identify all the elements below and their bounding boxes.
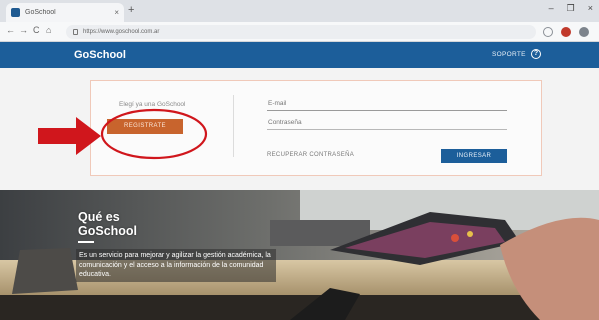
hero-title-line2: GoSchool — [78, 224, 138, 238]
goschool-logo[interactable]: GoSchool — [74, 49, 126, 61]
extension-icon[interactable] — [561, 27, 571, 37]
support-link[interactable]: SOPORTE — [492, 51, 526, 58]
password-field[interactable]: Contraseña — [267, 119, 507, 130]
tab-title: GoSchool — [25, 9, 56, 16]
hero-title-underline — [78, 241, 94, 243]
home-icon[interactable]: ⌂ — [46, 26, 51, 35]
red-circle-annotation-icon — [100, 108, 208, 160]
url-field[interactable]: https://www.goschool.com.ar — [66, 25, 536, 39]
hero-description: Es un servicio para mejorar y agilizar l… — [76, 249, 276, 282]
hero-section: Qué es GoSchool Es un servicio para mejo… — [0, 190, 599, 320]
close-window-icon[interactable]: × — [588, 4, 593, 13]
login-button[interactable]: INGRESAR — [441, 149, 507, 163]
back-arrow-icon[interactable]: ← — [6, 26, 15, 35]
lock-icon — [73, 29, 78, 35]
browser-address-bar: ← → C ⌂ https://www.goschool.com.ar — [0, 22, 599, 42]
card-divider — [233, 95, 234, 157]
tab-close-icon[interactable]: × — [114, 8, 119, 17]
window-controls: – ❐ × — [549, 4, 593, 13]
profile-avatar-icon[interactable] — [579, 27, 589, 37]
recover-password-link[interactable]: RECUPERAR CONTRASEÑA — [267, 152, 354, 158]
reload-icon[interactable]: C — [33, 26, 40, 35]
url-text: https://www.goschool.com.ar — [83, 29, 160, 35]
goschool-favicon-icon — [11, 8, 20, 17]
new-tab-icon[interactable]: + — [128, 5, 134, 16]
forward-arrow-icon[interactable]: → — [19, 26, 28, 35]
maximize-icon[interactable]: ❐ — [567, 4, 575, 13]
hero-title: Qué es GoSchool — [78, 210, 137, 238]
help-icon[interactable]: ? — [531, 49, 541, 59]
site-header: GoSchool SOPORTE ? — [0, 42, 599, 68]
browser-tab-strip: GoSchool × + – ❐ × — [0, 0, 599, 22]
browser-tab[interactable]: GoSchool × — [6, 3, 124, 22]
minimize-icon[interactable]: – — [549, 4, 554, 13]
red-arrow-annotation-icon — [38, 117, 101, 155]
hero-title-line1: Qué es — [78, 210, 120, 224]
bookmark-star-icon[interactable] — [543, 27, 553, 37]
email-field[interactable]: E-mail — [267, 100, 507, 111]
